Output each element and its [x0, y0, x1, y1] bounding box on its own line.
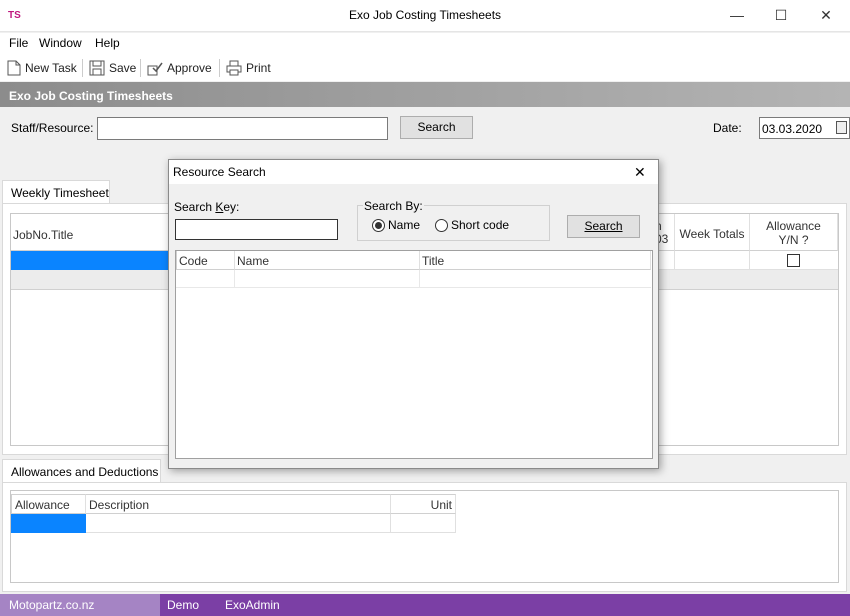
minimize-button[interactable]: —: [714, 0, 760, 32]
menu-window[interactable]: Window: [39, 36, 82, 50]
dialog-title: Resource Search: [173, 165, 266, 179]
toolbar-separator: [82, 59, 83, 77]
grid-divider: [390, 514, 391, 533]
radio-short-code-indicator: [435, 218, 448, 232]
section-header: Exo Job Costing Timesheets: [0, 82, 850, 107]
col-header-unit[interactable]: Unit: [391, 494, 456, 514]
radio-name-label: Name: [388, 218, 421, 232]
new-task-label: New Task: [25, 61, 77, 75]
maximize-icon: ☐: [774, 7, 788, 23]
printer-icon: [226, 60, 242, 76]
status-company: Motopartz.co.nz: [9, 598, 95, 612]
timesheet-row: [655, 251, 838, 270]
approve-button[interactable]: Approve: [147, 58, 212, 78]
tab-weekly-timesheet[interactable]: Weekly Timesheet: [2, 180, 110, 204]
timesheet-selected-cell[interactable]: [11, 251, 171, 270]
allowances-selected-cell[interactable]: [11, 514, 86, 533]
new-task-button[interactable]: New Task: [7, 58, 77, 78]
approve-label: Approve: [167, 61, 212, 75]
radio-short-code-label: Short code: [451, 218, 510, 232]
dialog-search-label: Search: [584, 219, 623, 233]
staff-resource-input[interactable]: [97, 117, 388, 140]
col-header-allowance[interactable]: Allowance Y/N ?: [750, 214, 838, 251]
maximize-button[interactable]: ☐: [758, 0, 804, 32]
calendar-icon[interactable]: [836, 121, 847, 134]
grid-divider: [234, 270, 235, 288]
date-label: Date:: [713, 121, 742, 135]
col-header-jobno-title[interactable]: JobNo.Title: [11, 214, 171, 251]
menu-bar: [0, 33, 850, 55]
close-icon: ✕: [820, 7, 832, 23]
radio-name-indicator: [372, 218, 385, 232]
search-key-label-pre: Search: [174, 200, 216, 214]
staff-resource-label: Staff/Resource:: [11, 121, 94, 135]
allowance-checkbox[interactable]: [787, 254, 800, 267]
status-database: Demo: [167, 598, 200, 612]
save-label: Save: [109, 61, 137, 75]
grid-divider: [419, 270, 420, 288]
col-header-description[interactable]: Description: [86, 494, 391, 514]
approve-icon: [147, 62, 163, 76]
status-user: ExoAdmin: [225, 598, 280, 612]
col-header-week-totals[interactable]: Week Totals: [675, 214, 750, 251]
toolbar-separator: [219, 59, 220, 77]
dialog-close-icon[interactable]: ✕: [634, 164, 646, 181]
print-label: Print: [246, 61, 271, 75]
menu-help[interactable]: Help: [95, 36, 120, 50]
dialog-search-button[interactable]: Search: [567, 215, 640, 238]
radio-name[interactable]: Name: [372, 218, 420, 232]
search-key-input[interactable]: [175, 219, 338, 240]
search-key-label: Search Key:: [174, 200, 239, 214]
minimize-icon: —: [730, 7, 744, 23]
date-picker[interactable]: 03.03.2020: [759, 117, 850, 139]
results-row[interactable]: [176, 270, 651, 288]
col-header-name[interactable]: Name: [235, 251, 420, 270]
save-button[interactable]: Save: [89, 58, 136, 78]
toolbar-separator: [140, 59, 141, 77]
col-header-code[interactable]: Code: [176, 251, 235, 270]
new-document-icon: [7, 60, 21, 76]
col-header-title[interactable]: Title: [420, 251, 651, 270]
menu-file[interactable]: File: [9, 36, 28, 50]
radio-short-code[interactable]: Short code: [435, 218, 509, 232]
print-button[interactable]: Print: [226, 58, 271, 78]
close-button[interactable]: ✕: [803, 0, 849, 32]
allowances-row: [86, 514, 456, 533]
col-header-allowance-id[interactable]: Allowance ID: [11, 494, 86, 526]
tab-allowances-deductions[interactable]: Allowances and Deductions: [2, 459, 161, 483]
save-icon: [89, 60, 105, 76]
search-by-label: Search By:: [363, 199, 424, 213]
staff-search-button[interactable]: Search: [400, 116, 473, 139]
date-value: 03.03.2020: [762, 122, 823, 136]
search-key-label-post: ey:: [223, 200, 240, 214]
